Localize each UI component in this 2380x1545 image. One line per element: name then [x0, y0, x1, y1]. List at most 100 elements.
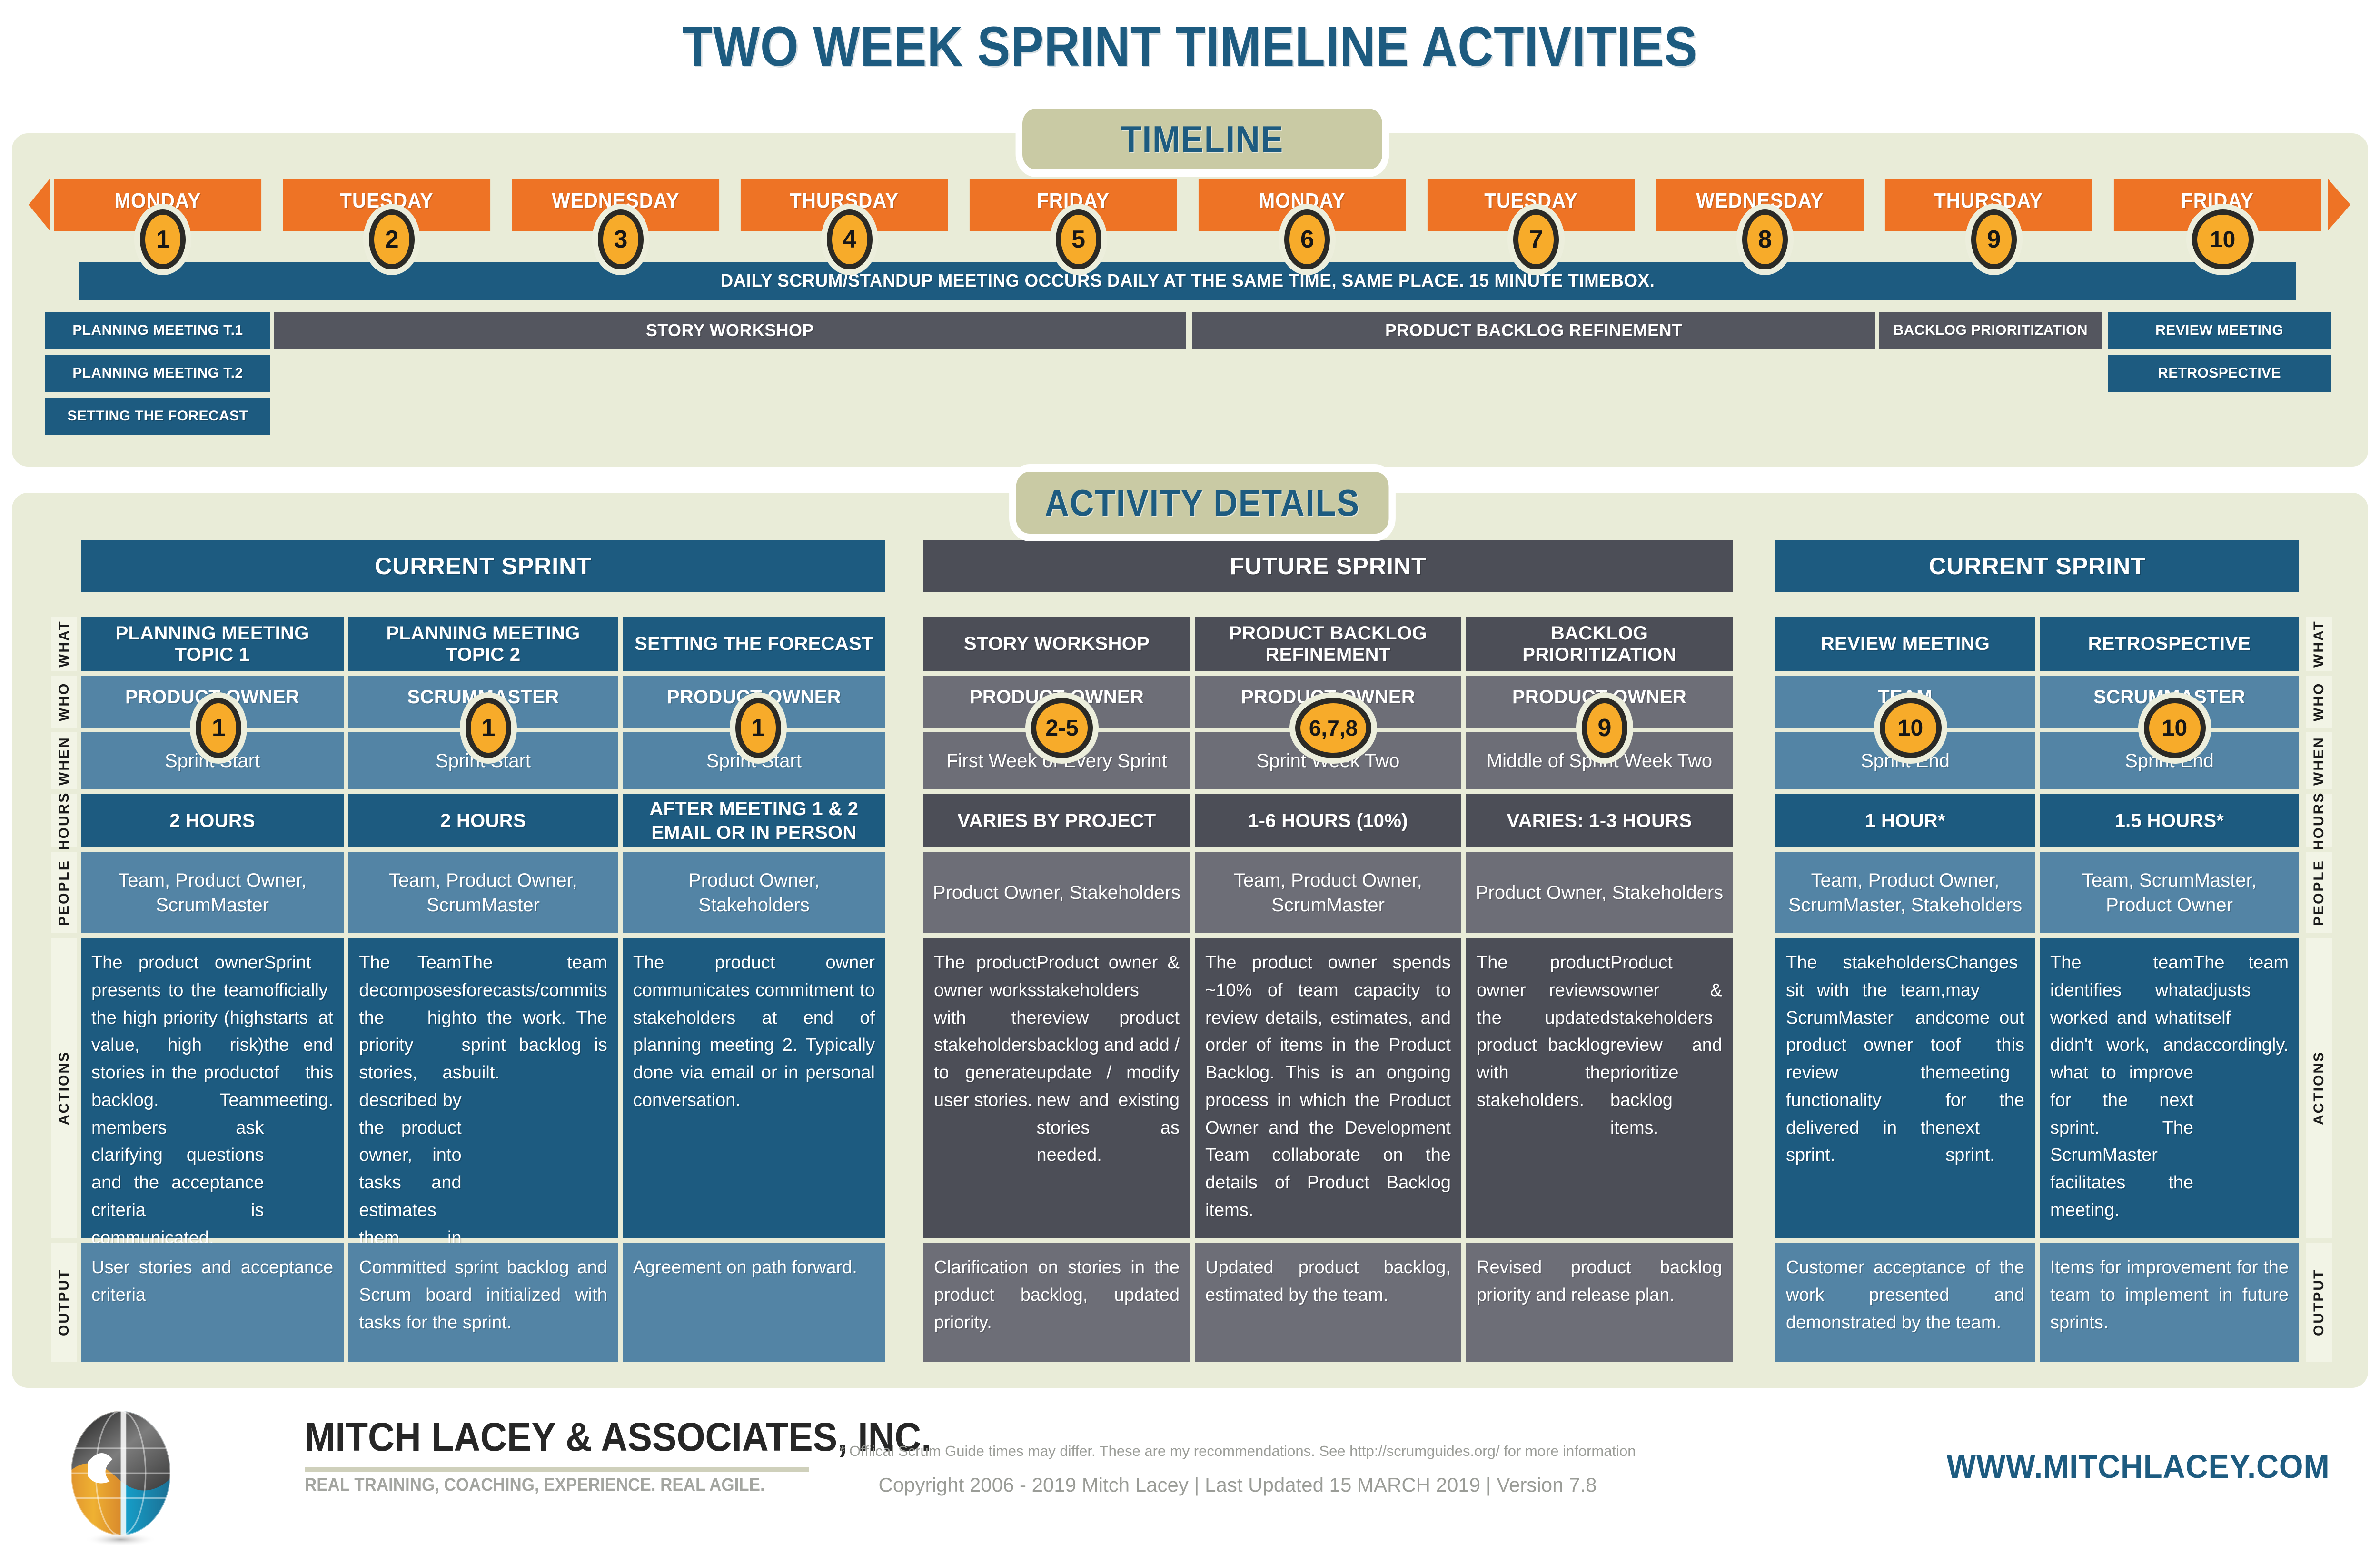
paragraph: Committed sprint backlog and Scrum board…	[359, 1257, 607, 1333]
timeline-bar-retrospective: RETROSPECTIVE	[2108, 355, 2331, 392]
paragraph: Product owner & stakeholders review and …	[1610, 953, 1722, 1138]
cell-hours: VARIES BY PROJECT	[923, 794, 1190, 847]
timeline-bar-setting-the-forecast: SETTING THE FORECAST	[45, 398, 270, 435]
timeline-bar-review-meeting: REVIEW MEETING	[2108, 312, 2331, 349]
cell-output: Updated product backlog, estimated by th…	[1195, 1243, 1461, 1362]
cell-actions: The product owner reviews the updated pr…	[1466, 938, 1733, 1238]
paragraph: Sprint officially starts at the end of t…	[264, 953, 334, 1110]
cell-output: User stories and acceptance criteria	[81, 1243, 344, 1362]
row-label-what: WHAT	[51, 617, 77, 671]
cell-output: Committed sprint backlog and Scrum board…	[348, 1243, 618, 1362]
activity-marker-1: 1	[196, 698, 242, 758]
page-title: TWO WEEK SPRINT TIMELINE ACTIVITIES	[682, 15, 1698, 78]
row-label-hours: HOURS	[2306, 791, 2332, 850]
paragraph: Items for improvement for the team to im…	[2050, 1257, 2289, 1333]
company-globe-logo-icon	[71, 1411, 170, 1545]
cell-what: PLANNING MEETING TOPIC 1	[81, 617, 344, 671]
cell-hours: 1-6 HOURS (10%)	[1195, 794, 1461, 847]
day-marker-1: 1	[140, 209, 186, 269]
section-current-sprint-start: CURRENT SPRINT PLANNING MEETING TOPIC 1 PR…	[81, 540, 885, 1362]
cell-actions: The product owner spends ~10% of team ca…	[1195, 938, 1461, 1238]
day-marker-8: 8	[1742, 209, 1788, 269]
cell-people: Team, ScrumMaster, Product Owner	[2040, 852, 2299, 933]
copyright-text: Copyright 2006 - 2019 Mitch Lacey | Last…	[878, 1474, 1597, 1496]
section-grid: REVIEW MEETING TEAM Sprint End 1 HOUR* Team,…	[1775, 617, 2299, 1362]
cell-actions: The team identifies what worked and what…	[2040, 938, 2299, 1238]
cell-output: Agreement on path forward.	[622, 1243, 885, 1362]
row-label-when: WHEN	[2306, 732, 2332, 789]
paragraph: The Team decomposes the high priority st…	[359, 953, 462, 1275]
paragraph: The product owner communicates commitmen…	[633, 953, 875, 1110]
activity-marker-1: 1	[466, 698, 511, 758]
row-label-actions: ACTIONS	[51, 938, 77, 1238]
cell-output: Revised product backlog priority and rel…	[1466, 1243, 1733, 1362]
cell-people: Product Owner, Stakeholders	[622, 852, 885, 933]
infographic-page: TWO WEEK SPRINT TIMELINE ACTIVITIES TIME…	[0, 0, 2380, 1545]
paragraph: The team forecasts/commits to the work. …	[461, 953, 607, 1083]
row-label-who: WHO	[2306, 676, 2332, 728]
row-label-who: WHO	[51, 676, 77, 728]
cell-actions: The Team decomposes the high priority st…	[348, 938, 618, 1275]
day-marker-9: 9	[1971, 209, 2017, 269]
paragraph: Changes may come out of this meeting for…	[1945, 953, 2024, 1166]
cell-hours: 2 HOURS	[348, 794, 618, 847]
cell-actions: The stakeholders sit with the team, Scru…	[1775, 938, 2035, 1238]
paragraph: The product owner works with the stakeho…	[934, 953, 1037, 1110]
cell-hours: VARIES: 1-3 HOURS	[1466, 794, 1733, 847]
section-heading-2: CURRENT SPRINT	[1775, 540, 2299, 592]
paragraph: The product owner reviews the updated pr…	[1477, 953, 1610, 1110]
section-current-sprint-end: CURRENT SPRINT REVIEW MEETING TEAM Sprint E…	[1775, 540, 2299, 1362]
row-label-hours: HOURS	[51, 791, 77, 850]
day-marker-2: 2	[369, 209, 415, 269]
cell-people: Team, Product Owner, ScrumMaster	[348, 852, 618, 933]
activity-marker-1: 1	[735, 698, 781, 758]
paragraph: Clarification on stories in the product …	[934, 1257, 1180, 1333]
day-marker-5: 5	[1055, 209, 1101, 269]
paragraph: Revised product backlog priority and rel…	[1477, 1257, 1722, 1305]
timeline-bar-backlog-prioritization: BACKLOG PRIORITIZATION	[1879, 312, 2102, 349]
activity-marker-10: 10	[2143, 698, 2206, 758]
cell-what: SETTING THE FORECAST	[622, 617, 885, 671]
cell-people: Team, Product Owner, ScrumMaster, Stakeh…	[1775, 852, 2035, 933]
paragraph: Agreement on path forward.	[633, 1257, 857, 1277]
cell-people: Product Owner, Stakeholders	[1466, 852, 1733, 933]
website-url[interactable]: WWW.MITCHLACEY.COM	[1947, 1447, 2330, 1485]
row-label-when: WHEN	[51, 732, 77, 789]
timeline-bar-planning-meeting-t-2: PLANNING MEETING T.2	[45, 355, 270, 392]
cell-people: Team, Product Owner, ScrumMaster	[1195, 852, 1461, 933]
cell-people: Product Owner, Stakeholders	[923, 852, 1190, 933]
cell-actions: The product owner presents to the team t…	[81, 938, 344, 1248]
cell-what: STORY WORKSHOP	[923, 617, 1190, 671]
cell-hours: 1 HOUR*	[1775, 794, 2035, 847]
cell-what: BACKLOG PRIORITIZATION	[1466, 617, 1733, 671]
paragraph: Product owner & stakeholders review prod…	[1036, 953, 1180, 1166]
timeline-bar-story-workshop: STORY WORKSHOP	[274, 312, 1186, 349]
row-label-actions: ACTIONS	[2306, 938, 2332, 1238]
cell-actions: The product owner works with the stakeho…	[923, 938, 1190, 1238]
cell-output: Items for improvement for the team to im…	[2040, 1243, 2299, 1362]
row-label-people: PEOPLE	[51, 852, 77, 933]
day-marker-4: 4	[826, 209, 873, 269]
paragraph: User stories and acceptance criteria	[91, 1257, 334, 1305]
activity-marker-6,7,8: 6,7,8	[1295, 698, 1371, 758]
cell-what: PLANNING MEETING TOPIC 2	[348, 617, 618, 671]
day-marker-10: 10	[2192, 209, 2254, 269]
timeline-badge: TIMELINE	[1015, 101, 1389, 177]
footer-divider	[305, 1467, 809, 1472]
cell-hours: 1.5 HOURS*	[2040, 794, 2299, 847]
paragraph: The team identifies what worked and what…	[2050, 953, 2194, 1220]
cell-hours: AFTER MEETING 1 & 2 EMAIL OR IN PERSON	[622, 794, 885, 847]
activity-marker-10: 10	[1879, 698, 1942, 758]
section-future-sprint: FUTURE SPRINT STORY WORKSHOP PRODUCT OWNER…	[923, 540, 1733, 1362]
paragraph: Customer acceptance of the work presente…	[1786, 1257, 2024, 1333]
cell-people: Team, Product Owner, ScrumMaster	[81, 852, 344, 933]
company-tagline: REAL TRAINING, COACHING, EXPERIENCE. REA…	[305, 1475, 765, 1495]
day-marker-7: 7	[1513, 209, 1559, 269]
row-label-output: OUTPUT	[51, 1243, 77, 1362]
row-label-people: PEOPLE	[2306, 852, 2332, 933]
section-heading-1: FUTURE SPRINT	[923, 540, 1733, 592]
day-marker-6: 6	[1284, 209, 1330, 269]
row-label-what: WHAT	[2306, 617, 2332, 671]
cell-actions: The product owner communicates commitmen…	[622, 938, 885, 1238]
day-marker-3: 3	[598, 209, 644, 269]
